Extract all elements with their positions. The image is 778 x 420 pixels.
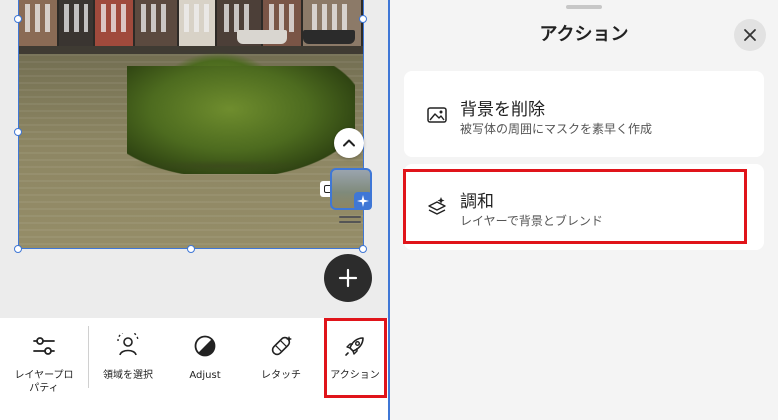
selection-handle-bottom-right[interactable] [359, 245, 367, 253]
selection-handle-top-right[interactable] [359, 15, 367, 23]
layer-drag-handle[interactable] [339, 216, 361, 226]
adjust-icon [191, 332, 219, 360]
tool-layer-properties[interactable]: レイヤープロ パティ [4, 318, 84, 420]
chevron-up-icon [343, 139, 355, 147]
bandage-icon [267, 332, 295, 360]
layer-thumbnail[interactable] [330, 168, 372, 210]
selection-handle-top-left[interactable] [14, 15, 22, 23]
highlight-actions-tool [324, 318, 387, 398]
collapse-layers-button[interactable] [334, 128, 364, 158]
selection-handle-mid-left[interactable] [14, 128, 22, 136]
select-subject-icon [114, 332, 142, 360]
panel-title: アクション [539, 24, 629, 45]
toolbar-divider [88, 326, 89, 388]
tool-label: 領域を選択 [103, 370, 153, 381]
tool-select-region[interactable]: 領域を選択 [90, 318, 166, 420]
close-icon [744, 29, 756, 41]
add-layer-button[interactable] [324, 254, 372, 302]
sliders-icon [30, 332, 58, 360]
selection-handle-bottom-mid[interactable] [187, 245, 195, 253]
panel-grabber[interactable] [566, 5, 602, 9]
action-subtitle: 被写体の周囲にマスクを素早く作成 [460, 122, 653, 136]
action-title: 背景を削除 [460, 100, 545, 120]
close-button[interactable] [734, 19, 766, 51]
plus-icon [338, 268, 358, 288]
tool-label: レタッチ [261, 370, 301, 381]
tool-label: レイヤープロ パティ [14, 370, 74, 394]
action-remove-background[interactable]: 背景を削除 被写体の周囲にマスクを素早く作成 [404, 71, 764, 157]
layer-selection-box[interactable] [18, 0, 364, 249]
harmonize-badge-icon [354, 192, 372, 210]
tool-adjust[interactable]: Adjust [170, 318, 240, 420]
image-icon [426, 104, 448, 126]
tool-label: Adjust [189, 370, 221, 381]
tool-retouch[interactable]: レタッチ [246, 318, 316, 420]
selection-handle-bottom-left[interactable] [14, 245, 22, 253]
highlight-harmonize [403, 169, 747, 244]
